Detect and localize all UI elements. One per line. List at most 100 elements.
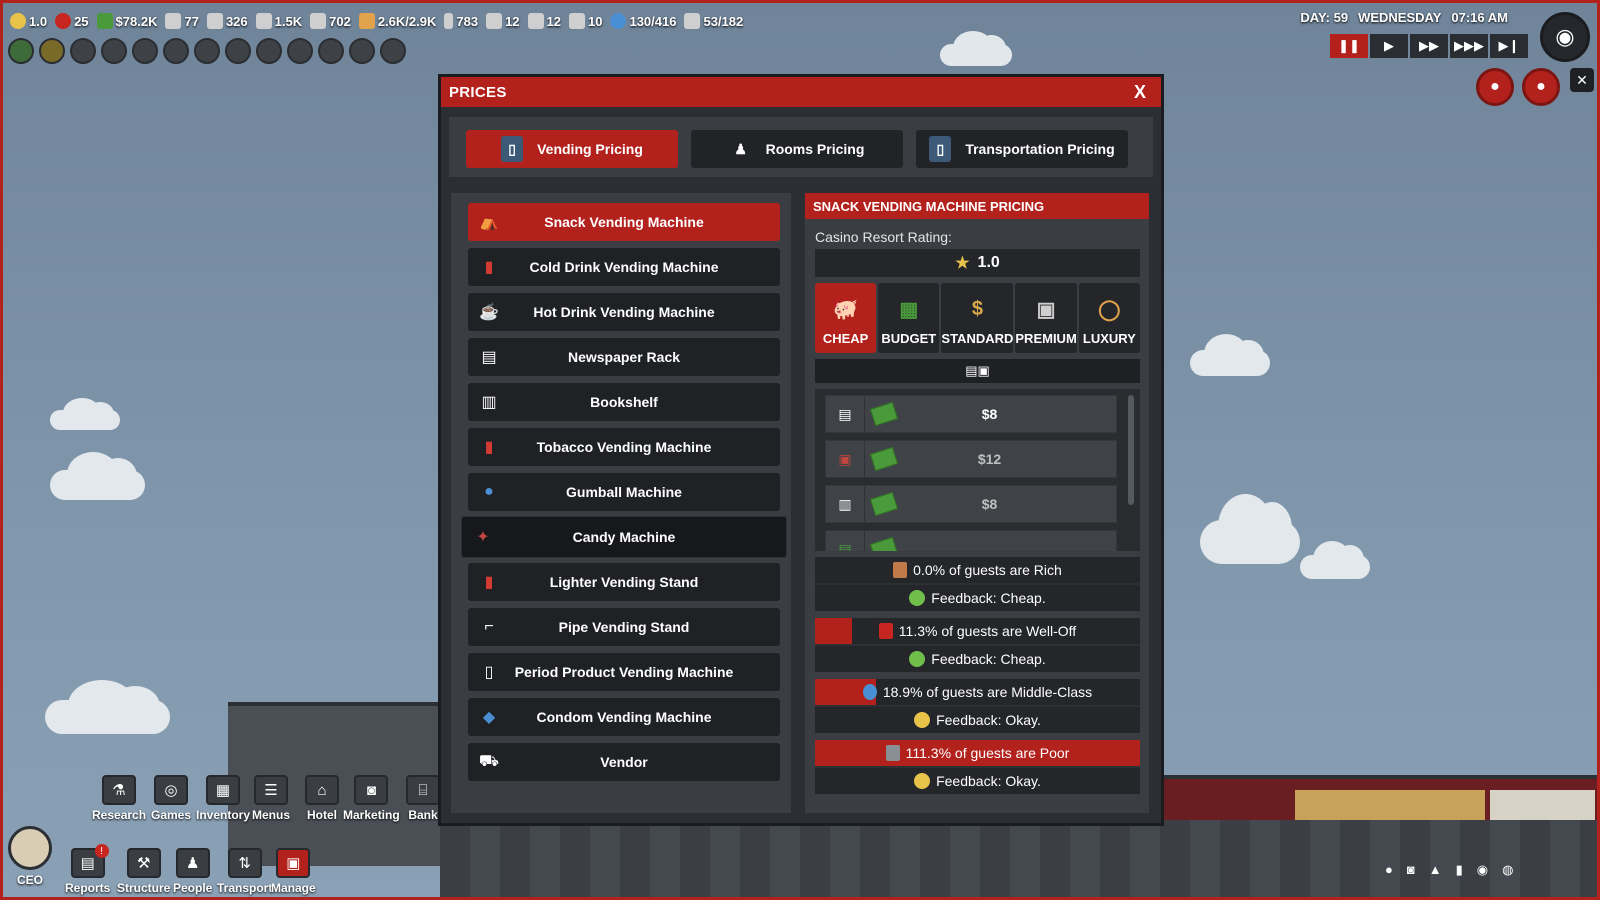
bell-icon[interactable]: ▲	[1429, 862, 1442, 878]
gumball-icon: ●	[484, 483, 494, 500]
quick-action-icon[interactable]	[225, 38, 251, 64]
cloud	[1300, 540, 1370, 579]
research-icon: ⚗	[102, 775, 137, 805]
documents-stat[interactable]: 77	[165, 13, 199, 29]
advisor-avatar[interactable]: ◉	[1540, 12, 1590, 62]
capacity-stat[interactable]: 2.6K/2.9K	[358, 13, 436, 29]
tier-budget-button[interactable]: ▦ BUDGET	[878, 283, 940, 353]
quick-action-star-icon[interactable]	[39, 38, 65, 64]
people-stat[interactable]: 53/182	[684, 13, 743, 29]
machine-item-gumball[interactable]: ● Gumball Machine	[468, 473, 780, 511]
toolbar-games[interactable]: ◎ Games	[151, 775, 191, 822]
notification-guest-icon[interactable]: ●	[1522, 68, 1560, 106]
toolbar-marketing[interactable]: ◙ Marketing	[343, 775, 400, 822]
play-icon[interactable]: ▶	[1370, 34, 1408, 58]
toolbar-menus[interactable]: ☰ Menus	[252, 775, 290, 822]
power-stat[interactable]: 783	[444, 13, 478, 29]
quick-action-icon[interactable]	[287, 38, 313, 64]
tab-transportation-pricing[interactable]: ▯ Transportation Pricing	[916, 130, 1128, 168]
quick-action-icon[interactable]	[318, 38, 344, 64]
item-price-row[interactable]: ▤ $8	[825, 395, 1117, 433]
transport-stat[interactable]: 10	[569, 13, 602, 29]
person-icon: ♟	[175, 848, 210, 878]
item-price-row[interactable]: ▤	[825, 530, 1117, 551]
quick-action-icon[interactable]	[256, 38, 282, 64]
toolbar-transport[interactable]: ⇅ Transport	[217, 848, 272, 895]
machine-item-condom[interactable]: ◆ Condom Vending Machine	[468, 698, 780, 736]
staff-stat[interactable]: 326	[206, 13, 248, 29]
machine-item-newspaper-rack[interactable]: ▤ Newspaper Rack	[468, 338, 780, 376]
toolbar-research[interactable]: ⚗ Research	[92, 775, 146, 822]
machine-item-tobacco[interactable]: ▮ Tobacco Vending Machine	[468, 428, 780, 466]
machine-item-hot-drink[interactable]: ☕ Hot Drink Vending Machine	[468, 293, 780, 331]
machine-item-cold-drink[interactable]: ▮ Cold Drink Vending Machine	[468, 248, 780, 286]
capacity-icon	[358, 13, 375, 29]
trash-icon[interactable]: ▮	[1456, 862, 1463, 878]
machines-stat[interactable]: 12	[527, 13, 561, 29]
quick-action-build-icon[interactable]	[8, 38, 34, 64]
item-price-list: ▤ $8 ▣ $12 ▥ $8 ▤	[815, 389, 1140, 551]
fast-forward-icon[interactable]: ▶▶	[1410, 34, 1448, 58]
pause-icon[interactable]: ❚❚	[1330, 34, 1368, 58]
tier-standard-button[interactable]: $ STANDARD	[941, 283, 1014, 353]
alert-icon[interactable]: ◍	[1502, 862, 1513, 878]
toolbar-hotel[interactable]: ⌂ Hotel	[305, 775, 339, 822]
middle-class-guest-icon	[862, 684, 877, 700]
quick-action-icon[interactable]	[132, 38, 158, 64]
guest-icon[interactable]: ◉	[1477, 862, 1488, 878]
item-list-scrollbar[interactable]	[1128, 395, 1134, 505]
toolbar-people[interactable]: ♟ People	[173, 848, 212, 895]
tier-premium-button[interactable]: ▣ PREMIUM	[1015, 283, 1077, 353]
machine-item-period-product[interactable]: ▯ Period Product Vending Machine	[468, 653, 780, 691]
machine-item-bookshelf[interactable]: ▥ Bookshelf	[468, 383, 780, 421]
guests-stat[interactable]: 130/416	[610, 13, 676, 29]
quick-action-icon[interactable]	[380, 38, 406, 64]
dismiss-notifications-icon[interactable]: ✕	[1570, 68, 1594, 92]
machine-item-pipe[interactable]: ⌐ Pipe Vending Stand	[468, 608, 780, 646]
toolbar-bank[interactable]: ⌸ Bank	[406, 775, 440, 822]
tier-luxury-button[interactable]: ◯ LUXURY	[1078, 283, 1140, 353]
quick-action-icon[interactable]	[349, 38, 375, 64]
building-stat[interactable]: 1.5K	[255, 13, 302, 29]
workers-stat[interactable]: 12	[486, 13, 520, 29]
machine-item-lighter[interactable]: ▮ Lighter Vending Stand	[468, 563, 780, 601]
quick-action-icon[interactable]	[70, 38, 96, 64]
notification-guest-icon[interactable]: ●	[1476, 68, 1514, 106]
toolbar-structure[interactable]: ⚒ Structure	[117, 848, 170, 895]
machine-item-vendor[interactable]: ⛟ Vendor	[468, 743, 780, 781]
money-stat[interactable]: $78.2K	[96, 13, 157, 29]
unhappy-stat[interactable]: 25	[55, 13, 89, 29]
hotel-icon: ⌂	[305, 775, 339, 805]
machine-item-snack-vending[interactable]: ⛺ Snack Vending Machine	[468, 203, 780, 241]
toolbar-inventory[interactable]: ▦ Inventory	[196, 775, 250, 822]
toolbar-manage[interactable]: ▣ Manage	[271, 848, 316, 895]
manage-icon: ▣	[276, 848, 311, 878]
faster-forward-icon[interactable]: ▶▶▶	[1450, 34, 1488, 58]
quick-action-icon[interactable]	[163, 38, 189, 64]
item-category-toggle[interactable]: ▤▣	[815, 359, 1140, 383]
quick-action-icon[interactable]	[194, 38, 220, 64]
clipboard-stat[interactable]: 702	[310, 13, 351, 29]
tier-cheap-button[interactable]: 🐖 CHEAP	[815, 283, 877, 353]
close-button[interactable]: X	[1129, 82, 1151, 102]
rich-guest-icon	[893, 562, 908, 578]
tab-vending-pricing[interactable]: ▯ Vending Pricing	[466, 130, 678, 168]
toolbar-ceo[interactable]: CEO	[8, 826, 52, 887]
star-icon	[10, 13, 26, 29]
camera-icon[interactable]: ◙	[1407, 862, 1415, 878]
machine-item-candy[interactable]: ✦ Candy Machine	[461, 516, 787, 558]
pin-icon[interactable]: ●	[1385, 862, 1393, 878]
casino-floor[interactable]	[440, 820, 1600, 900]
toolbar-reports[interactable]: ▤! Reports	[65, 844, 110, 895]
item-price-row[interactable]: ▥ $8	[825, 485, 1117, 523]
camera-icon: ◙	[354, 775, 389, 805]
diamond-ring-icon: ◯	[1098, 298, 1121, 321]
pricing-detail: SNACK VENDING MACHINE PRICING Casino Res…	[805, 193, 1149, 813]
skip-icon[interactable]: ▶❙	[1490, 34, 1528, 58]
quick-action-icon[interactable]	[101, 38, 127, 64]
pipe-icon: ⌐	[484, 618, 494, 635]
item-price-row[interactable]: ▣ $12	[825, 440, 1117, 478]
guest-feedback: Feedback: Cheap.	[815, 585, 1140, 611]
tab-rooms-pricing[interactable]: ♟ Rooms Pricing	[691, 130, 903, 168]
rating-stat[interactable]: 1.0	[10, 13, 47, 29]
